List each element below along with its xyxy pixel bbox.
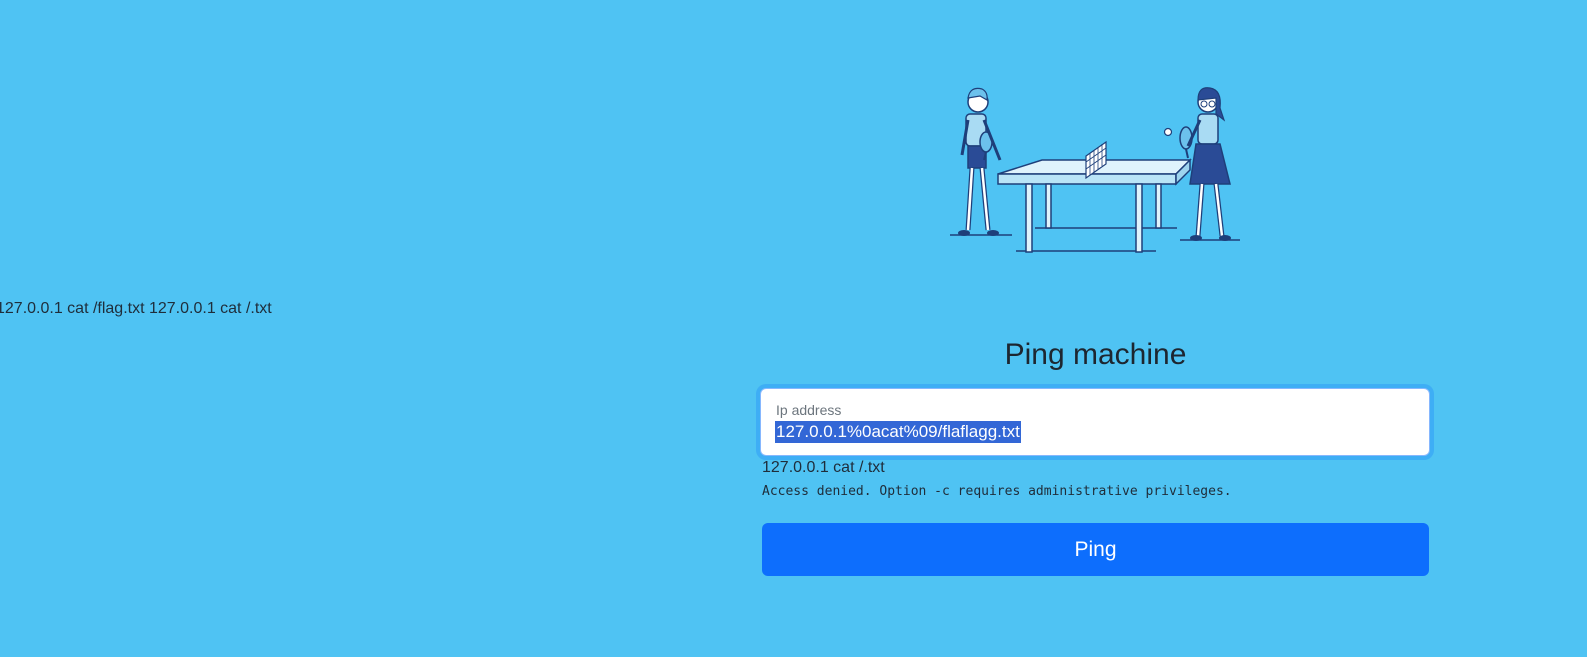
table-tennis-illustration: [950, 87, 1240, 253]
ip-address-field[interactable]: Ip address 127.0.0.1%0acat%09/flaflagg.t…: [760, 388, 1430, 456]
page-title: Ping machine: [1004, 338, 1187, 371]
error-message: Access denied. Option -c requires admini…: [762, 484, 1232, 499]
ping-result-text: 127.0.0.1 cat /.txt: [762, 459, 885, 476]
ping-button[interactable]: Ping: [762, 523, 1429, 576]
ip-address-label: Ip address: [776, 402, 842, 418]
ip-address-input[interactable]: 127.0.0.1%0acat%09/flaflagg.txt: [775, 421, 1021, 443]
ping-pong-table: [997, 140, 1192, 253]
boy-player: [958, 87, 1002, 236]
command-output-text: 127.0.0.1 cat /flag.txt 127.0.0.1 cat /.…: [0, 300, 272, 317]
